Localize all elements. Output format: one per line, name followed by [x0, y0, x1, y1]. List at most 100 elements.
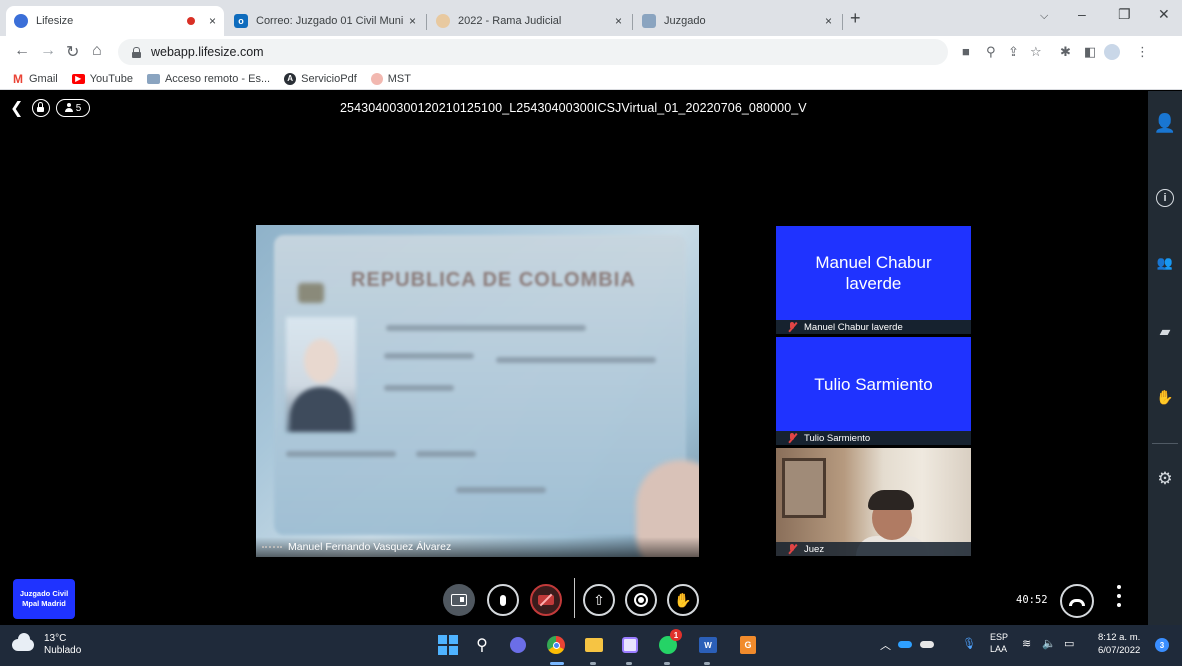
id-card-photo — [286, 317, 356, 432]
app-indicator — [626, 662, 632, 665]
folder-icon — [642, 14, 656, 28]
input-language-indicator[interactable]: ESP LAA — [990, 631, 1008, 655]
close-tab-icon[interactable]: × — [825, 14, 832, 28]
youtube-icon: ▶ — [71, 73, 85, 84]
bookmark-star-icon[interactable]: ☆ — [1030, 44, 1042, 60]
tab-separator — [842, 14, 843, 30]
restore-button[interactable]: ❐ — [1118, 6, 1131, 23]
participant-tile-manuel-chabur[interactable]: Manuel Chabur laverde Manuel Chabur lave… — [776, 226, 971, 334]
close-window-button[interactable]: ✕ — [1158, 6, 1170, 23]
onedrive-cloud-icon[interactable] — [898, 637, 912, 648]
participant-tile-juez[interactable]: Juez — [776, 448, 971, 556]
home-icon[interactable]: ⌂ — [92, 42, 102, 60]
pdf-tool-icon[interactable]: G — [736, 633, 760, 657]
bookmark-mst[interactable]: MST — [370, 72, 411, 85]
whatsapp-unread-badge: 1 — [670, 629, 682, 641]
camera-off-button[interactable] — [530, 584, 562, 616]
bookmark-acceso-remoto[interactable]: Acceso remoto - Es... — [146, 73, 270, 85]
mic-muted-icon — [788, 433, 797, 443]
side-panel-icon[interactable]: ◧ — [1084, 44, 1096, 60]
main-video-name-bar: Manuel Fernando Vasquez Álvarez — [256, 537, 699, 557]
chrome-icon[interactable] — [544, 633, 568, 657]
tab-rama-judicial[interactable]: 2022 - Rama Judicial × — [428, 6, 630, 36]
meeting-title: 25430400300120210125100_L25430400300ICSJ… — [340, 101, 807, 115]
search-icon[interactable]: ⚲ — [470, 633, 494, 657]
layout-button[interactable] — [443, 584, 475, 616]
chat-icon[interactable]: ▰ — [1148, 323, 1182, 340]
meeting-lock-icon[interactable] — [32, 99, 50, 117]
bookmark-gmail[interactable]: M Gmail — [12, 72, 58, 86]
windows-taskbar: 13°C Nublado ⚲ 1 W G ︿ 🎙 ESP LAA ≋ 🔈 ▭ 8… — [0, 625, 1182, 666]
share-screen-icon: ⇧ — [593, 591, 605, 608]
reactions-icon[interactable]: ✋ — [1148, 389, 1182, 406]
weather-widget[interactable]: 13°C Nublado — [12, 633, 81, 657]
windows-start-button[interactable] — [436, 633, 460, 657]
close-tab-icon[interactable]: × — [615, 14, 622, 28]
word-icon[interactable]: W — [696, 633, 720, 657]
raise-hand-button[interactable]: ✋ — [667, 584, 699, 616]
id-card-text-line — [456, 487, 546, 493]
extensions-icon[interactable]: ✱ — [1060, 44, 1071, 60]
record-button[interactable] — [625, 584, 657, 616]
tab-search-chevron-icon[interactable]: ⌵ — [1040, 10, 1048, 23]
tab-juzgado[interactable]: Juzgado × — [634, 6, 840, 36]
tray-overflow-chevron-icon[interactable]: ︿ — [880, 637, 891, 653]
add-participant-icon[interactable]: 👤 — [1148, 113, 1182, 134]
id-card-text-line — [496, 357, 656, 363]
hang-up-button[interactable] — [1060, 584, 1094, 618]
battery-icon[interactable]: ▭ — [1064, 637, 1074, 650]
bookmark-youtube[interactable]: ▶ YouTube — [71, 73, 133, 85]
whatsapp-icon[interactable]: 1 — [656, 629, 682, 657]
wall-picture-frame — [782, 458, 826, 518]
participant-display-name: Tulio Sarmiento — [814, 374, 933, 394]
volume-icon[interactable]: 🔈 — [1042, 637, 1056, 650]
close-tab-icon[interactable]: × — [409, 14, 416, 28]
system-clock[interactable]: 8:12 a. m. 6/07/2022 — [1098, 631, 1140, 657]
clock-time: 8:12 a. m. — [1098, 632, 1141, 643]
participant-tile-tulio-sarmiento[interactable]: Tulio Sarmiento Tulio Sarmiento — [776, 337, 971, 445]
address-bar[interactable]: webapp.lifesize.com — [118, 39, 948, 65]
back-chevron-icon[interactable]: ❮ — [10, 98, 23, 118]
minimize-button[interactable]: – — [1078, 6, 1086, 22]
share-screen-button[interactable]: ⇧ — [583, 584, 615, 616]
camera-icon[interactable]: ■ — [962, 44, 970, 59]
microphone-button[interactable] — [487, 584, 519, 616]
forward-arrow-icon[interactable]: → — [40, 42, 56, 60]
participant-count-badge[interactable]: 5 — [56, 99, 90, 117]
snipping-tool-icon[interactable] — [618, 633, 642, 657]
reload-icon[interactable]: ↻ — [66, 42, 79, 62]
participant-label-bar: Juez — [776, 542, 971, 556]
room-name-badge[interactable]: Juzgado Civil Mpal Madrid — [13, 579, 75, 619]
back-arrow-icon[interactable]: ← — [14, 42, 30, 60]
participants-icon[interactable]: 👥 — [1148, 255, 1182, 271]
settings-gear-icon[interactable]: ⚙ — [1148, 469, 1182, 489]
angular-icon: A — [284, 72, 297, 85]
active-app-indicator — [550, 662, 564, 665]
bookmark-label: Gmail — [29, 72, 58, 85]
wifi-icon[interactable]: ≋ — [1022, 637, 1031, 650]
new-tab-button[interactable]: + — [850, 8, 861, 29]
close-tab-icon[interactable]: × — [209, 14, 216, 28]
profile-avatar[interactable] — [1104, 44, 1120, 60]
participant-label-bar: Tulio Sarmiento — [776, 431, 971, 445]
more-options-icon[interactable] — [1116, 585, 1122, 609]
tab-title: Lifesize — [36, 15, 74, 27]
controls-divider — [574, 578, 575, 618]
tray-microphone-icon[interactable]: 🎙 — [962, 637, 976, 650]
zoom-icon[interactable]: ⚲ — [986, 44, 996, 60]
share-icon[interactable]: ⇪ — [1008, 44, 1019, 60]
menu-kebab-icon[interactable]: ⋮ — [1136, 44, 1149, 60]
notification-count-badge[interactable]: 3 — [1155, 638, 1169, 652]
bookmark-label: MST — [387, 72, 411, 85]
tab-correo[interactable]: o Correo: Juzgado 01 Civil Municip × — [226, 6, 424, 36]
main-video-feed[interactable]: REPUBLICA DE COLOMBIA Manuel Fernando Va… — [256, 225, 699, 557]
onedrive-personal-icon[interactable] — [920, 637, 934, 648]
info-icon[interactable]: i — [1148, 189, 1182, 207]
teams-chat-icon[interactable] — [506, 633, 530, 657]
app-indicator — [704, 662, 710, 665]
main-video-name: Manuel Fernando Vasquez Álvarez — [288, 541, 452, 553]
file-explorer-icon[interactable] — [582, 633, 606, 657]
tab-lifesize[interactable]: Lifesize × — [6, 6, 224, 36]
lock-icon — [132, 47, 141, 58]
bookmark-serviciopdf[interactable]: A ServicioPdf — [284, 72, 357, 85]
